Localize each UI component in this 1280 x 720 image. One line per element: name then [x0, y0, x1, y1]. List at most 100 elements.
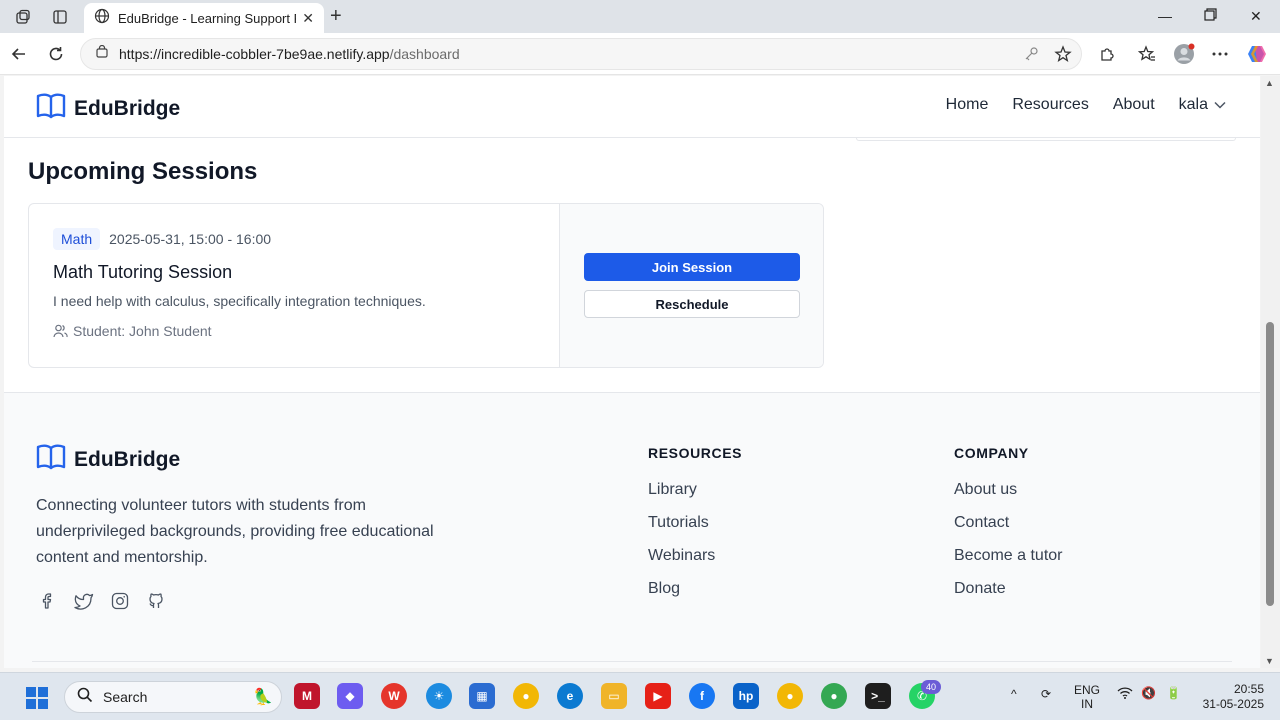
- previous-card-edge: [856, 138, 1236, 141]
- url-host: https://incredible-cobbler-7be9ae.netlif…: [119, 46, 390, 62]
- restore-icon[interactable]: [1204, 8, 1217, 24]
- footer-link-tutorials[interactable]: Tutorials: [648, 514, 742, 532]
- microsoft-store-icon[interactable]: ▦: [469, 683, 495, 709]
- terminal-app-icon[interactable]: >_: [865, 683, 891, 709]
- facebook-app-icon[interactable]: f: [689, 683, 715, 709]
- session-datetime: 2025-05-31, 15:00 - 16:00: [109, 231, 272, 247]
- footer-link-donate[interactable]: Donate: [954, 580, 1063, 598]
- footer-logo[interactable]: EduBridge: [36, 443, 180, 476]
- site-logo[interactable]: EduBridge: [36, 92, 180, 125]
- birds-widget-icon: 🦜: [253, 689, 273, 706]
- search-label: Search: [103, 689, 148, 705]
- instagram-icon[interactable]: [108, 589, 132, 613]
- search-icon: [77, 687, 93, 708]
- scroll-up-arrow-icon[interactable]: ▲: [1265, 78, 1274, 88]
- tray-overflow-icon[interactable]: ^: [1011, 687, 1017, 701]
- social-links: [36, 589, 180, 613]
- session-description: I need help with calculus, specifically …: [53, 293, 426, 309]
- copilot-icon[interactable]: [1246, 43, 1268, 65]
- footer-company: COMPANY About us Contact Become a tutor …: [954, 445, 1063, 598]
- page-viewport: EduBridge Home Resources About kala Upco…: [4, 76, 1260, 668]
- book-logo-icon: [36, 92, 66, 125]
- file-explorer-icon[interactable]: ▭: [601, 683, 627, 709]
- mcafee-app-icon[interactable]: M: [294, 683, 320, 709]
- edge-app-icon[interactable]: e: [557, 683, 583, 709]
- session-student: Student: John Student: [53, 323, 535, 339]
- footer-divider: [32, 661, 1232, 662]
- browser-tab-strip: EduBridge - Learning Support Pla ✕ + — ✕: [0, 0, 1280, 33]
- wps-app-icon[interactable]: W: [381, 683, 407, 709]
- chrome-profile2-app-icon[interactable]: ●: [821, 683, 847, 709]
- language-bottom: IN: [1081, 697, 1093, 711]
- footer-link-about-us[interactable]: About us: [954, 481, 1063, 499]
- footer-link-blog[interactable]: Blog: [648, 580, 742, 598]
- footer-brand-name: EduBridge: [74, 447, 181, 471]
- language-top: ENG: [1074, 683, 1101, 697]
- site-header: EduBridge Home Resources About kala: [4, 76, 1260, 138]
- tab-actions-icon[interactable]: [49, 6, 71, 28]
- resources-heading: RESOURCES: [648, 445, 743, 461]
- browser-tab-active[interactable]: EduBridge - Learning Support Pla ✕: [84, 3, 324, 33]
- url-path: /dashboard: [389, 46, 460, 62]
- new-tab-icon[interactable]: +: [330, 5, 342, 28]
- reschedule-button[interactable]: Reschedule: [584, 290, 800, 318]
- page-scrollbar[interactable]: ▲ ▼: [1261, 76, 1280, 668]
- twitter-icon[interactable]: [72, 589, 96, 613]
- key-icon[interactable]: [1020, 43, 1042, 65]
- address-bar[interactable]: https://incredible-cobbler-7be9ae.netlif…: [80, 38, 1082, 70]
- youtube-app-icon[interactable]: ▶: [645, 683, 671, 709]
- taskbar-search[interactable]: Search 🦜: [64, 681, 282, 713]
- more-options-icon[interactable]: [1209, 43, 1231, 65]
- weather-app-icon[interactable]: ☀: [426, 683, 452, 709]
- chevron-down-icon: [1214, 101, 1226, 109]
- section-title: Upcoming Sessions: [28, 158, 258, 185]
- sync-icon[interactable]: ⟳: [1041, 687, 1051, 701]
- refresh-icon[interactable]: [45, 43, 67, 65]
- battery-icon[interactable]: 🔋: [1166, 686, 1181, 700]
- github-icon[interactable]: [144, 589, 168, 613]
- users-icon: [53, 324, 68, 338]
- footer-link-webinars[interactable]: Webinars: [648, 547, 742, 565]
- copilot-app-icon[interactable]: ◆: [337, 683, 363, 709]
- user-menu[interactable]: kala: [1179, 96, 1226, 114]
- main-nav: Home Resources About kala: [922, 96, 1226, 114]
- footer-description: Connecting volunteer tutors with student…: [36, 497, 434, 566]
- extensions-icon[interactable]: [1096, 43, 1118, 65]
- session-details: Math 2025-05-31, 15:00 - 16:00 Math Tuto…: [29, 204, 559, 367]
- nav-home[interactable]: Home: [946, 96, 989, 114]
- wifi-icon[interactable]: [1117, 687, 1133, 702]
- minimize-icon[interactable]: —: [1158, 8, 1172, 24]
- footer-resources: RESOURCES Library Tutorials Webinars Blo…: [648, 445, 742, 598]
- system-clock[interactable]: 20:55 31-05-2025: [1203, 682, 1264, 712]
- footer-link-library[interactable]: Library: [648, 481, 742, 499]
- windows-taskbar: Search 🦜 M ◆ W ☀ ▦ ● e ▭ ▶ f hp ● ● >_ ✆…: [0, 672, 1280, 720]
- footer-link-contact[interactable]: Contact: [954, 514, 1063, 532]
- nav-about[interactable]: About: [1113, 96, 1155, 114]
- chrome-app-icon[interactable]: ●: [513, 683, 539, 709]
- student-name: Student: John Student: [73, 323, 212, 339]
- footer-link-become-tutor[interactable]: Become a tutor: [954, 547, 1063, 565]
- volume-muted-icon[interactable]: 🔇: [1141, 686, 1156, 700]
- chrome-profile-app-icon[interactable]: ●: [777, 683, 803, 709]
- workspaces-icon[interactable]: [12, 6, 34, 28]
- join-session-button[interactable]: Join Session: [584, 253, 800, 281]
- start-windows-icon[interactable]: [26, 687, 48, 709]
- scroll-down-arrow-icon[interactable]: ▼: [1265, 656, 1274, 666]
- favorites-icon[interactable]: [1136, 43, 1158, 65]
- subject-badge: Math: [53, 228, 101, 250]
- language-indicator[interactable]: ENG IN: [1074, 683, 1100, 711]
- hp-app-icon[interactable]: hp: [733, 683, 759, 709]
- back-icon[interactable]: [8, 43, 30, 65]
- site-footer: EduBridge Connecting volunteer tutors wi…: [4, 392, 1260, 668]
- facebook-icon[interactable]: [36, 589, 60, 613]
- close-window-icon[interactable]: ✕: [1250, 8, 1262, 25]
- book-logo-icon: [36, 443, 66, 476]
- clock-date: 31-05-2025: [1202, 697, 1264, 711]
- session-card: Math 2025-05-31, 15:00 - 16:00 Math Tuto…: [28, 203, 824, 368]
- profile-avatar-icon[interactable]: [1173, 43, 1195, 65]
- site-info-icon[interactable]: [95, 44, 109, 64]
- scrollbar-thumb[interactable]: [1266, 322, 1274, 606]
- close-tab-icon[interactable]: ✕: [302, 10, 314, 27]
- nav-resources[interactable]: Resources: [1012, 96, 1088, 114]
- favorite-star-icon[interactable]: [1052, 43, 1074, 65]
